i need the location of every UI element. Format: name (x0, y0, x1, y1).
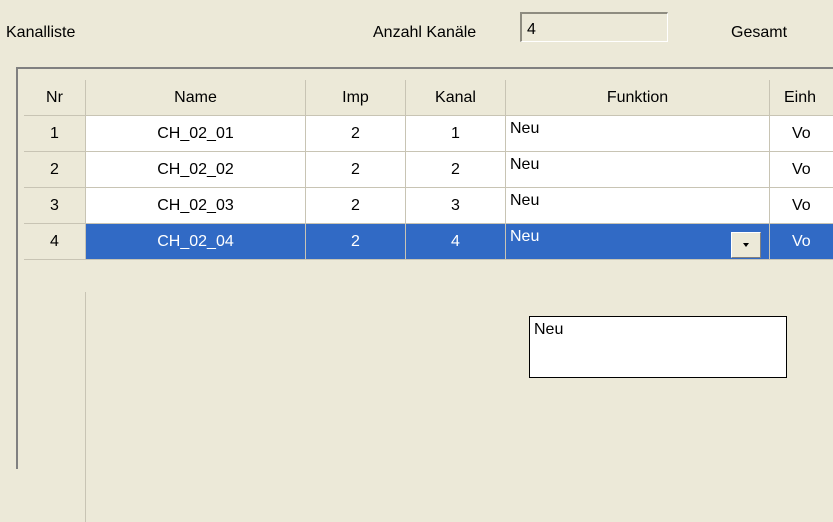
einheit-cell[interactable]: Vo (770, 116, 833, 152)
row-number-cell[interactable]: 3 (24, 188, 86, 224)
table-row[interactable]: 2 CH_02_02 2 2 Neu Vo (24, 152, 833, 188)
panel-title: Kanalliste (6, 24, 76, 41)
funktion-cell[interactable]: Neu (506, 188, 770, 224)
imp-cell[interactable]: 2 (306, 224, 406, 260)
channel-count-label: Anzahl Kanäle (373, 24, 477, 41)
row-number-cell[interactable]: 2 (24, 152, 86, 188)
imp-cell[interactable]: 2 (306, 116, 406, 152)
funktion-combobox[interactable]: Neu (506, 224, 770, 260)
einheit-cell[interactable]: Vo (770, 152, 833, 188)
einheit-cell[interactable]: Vo (770, 224, 833, 260)
dropdown-button[interactable] (731, 232, 761, 258)
einheit-cell[interactable]: Vo (770, 188, 833, 224)
table-row-selected[interactable]: 4 CH_02_04 2 4 Neu Vo (24, 224, 833, 260)
column-header-funktion[interactable]: Funktion (506, 80, 770, 116)
column-header-name[interactable]: Name (86, 80, 306, 116)
table-row[interactable]: 3 CH_02_03 2 3 Neu Vo (24, 188, 833, 224)
funktion-cell[interactable]: Neu (506, 116, 770, 152)
kanal-cell[interactable]: 4 (406, 224, 506, 260)
column-header-imp[interactable]: Imp (306, 80, 406, 116)
name-cell[interactable]: CH_02_04 (86, 224, 306, 260)
row-header-strip (24, 292, 86, 522)
column-header-einheit[interactable]: Einh (770, 80, 833, 116)
name-cell[interactable]: CH_02_01 (86, 116, 306, 152)
name-cell[interactable]: CH_02_03 (86, 188, 306, 224)
kanal-cell[interactable]: 3 (406, 188, 506, 224)
kanal-cell[interactable]: 1 (406, 116, 506, 152)
funktion-cell[interactable]: Neu (506, 152, 770, 188)
total-label: Gesamt (731, 24, 788, 41)
funktion-combobox-value: Neu (510, 228, 540, 245)
funktion-dropdown-list[interactable]: Neu (529, 316, 787, 378)
row-number-cell[interactable]: 1 (24, 116, 86, 152)
table-header-row: Nr Name Imp Kanal Funktion Einh (24, 80, 833, 116)
chevron-down-icon (743, 243, 749, 247)
imp-cell[interactable]: 2 (306, 188, 406, 224)
column-header-kanal[interactable]: Kanal (406, 80, 506, 116)
imp-cell[interactable]: 2 (306, 152, 406, 188)
row-number-cell[interactable]: 4 (24, 224, 86, 260)
column-header-nr[interactable]: Nr (24, 80, 86, 116)
table-row[interactable]: 1 CH_02_01 2 1 Neu Vo (24, 116, 833, 152)
channel-count-field[interactable]: 4 (520, 12, 668, 42)
channel-grid: Nr Name Imp Kanal Funktion Einh 1 CH_02_… (24, 80, 833, 522)
kanal-cell[interactable]: 2 (406, 152, 506, 188)
dropdown-option[interactable]: Neu (534, 321, 786, 339)
name-cell[interactable]: CH_02_02 (86, 152, 306, 188)
